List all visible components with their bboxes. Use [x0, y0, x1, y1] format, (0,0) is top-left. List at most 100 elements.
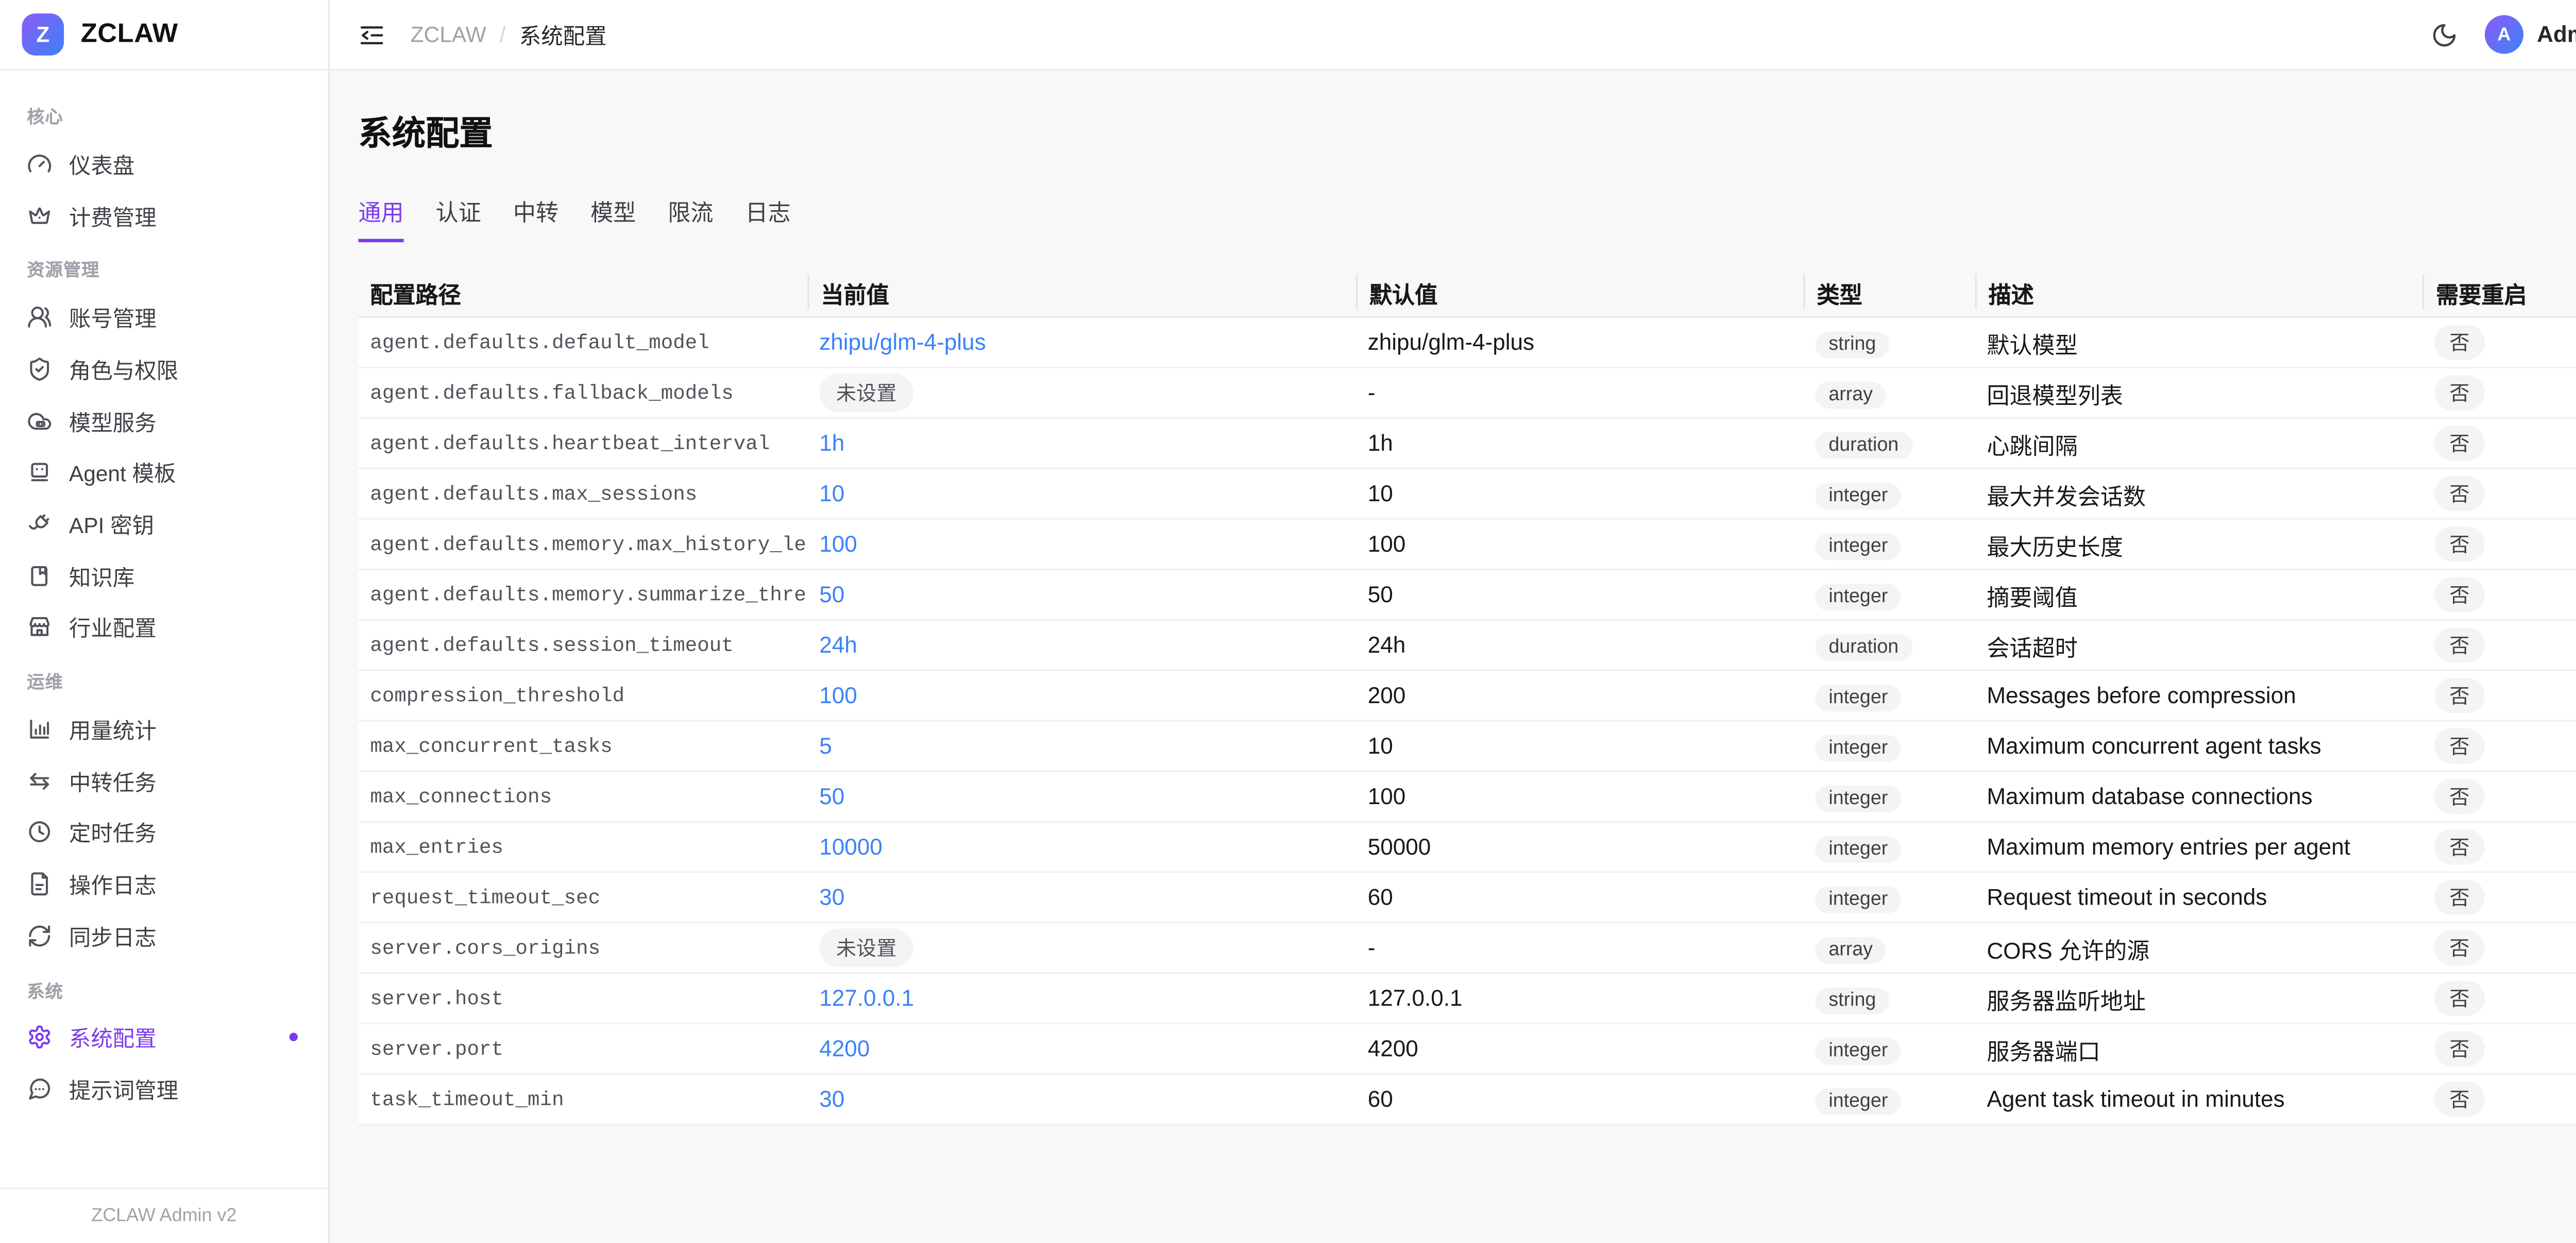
sidebar-item-中转任务[interactable]: 中转任务	[20, 755, 308, 807]
current-value-link[interactable]: 5	[819, 733, 832, 758]
current-value-link[interactable]: 4200	[819, 1035, 870, 1061]
breadcrumb-root[interactable]: ZCLAW	[411, 22, 486, 47]
sidebar-item-提示词管理[interactable]: 提示词管理	[20, 1064, 308, 1115]
avatar: A	[2485, 15, 2523, 54]
sidebar-item-计费管理[interactable]: 计费管理	[20, 190, 308, 241]
current-value-link[interactable]: 50	[819, 783, 844, 808]
sidebar-collapse-icon[interactable]	[359, 21, 385, 48]
sidebar-item-label: 仪表盘	[69, 148, 134, 180]
config-path: agent.defaults.max_sessions	[359, 482, 808, 506]
sidebar-item-label: 系统配置	[69, 1022, 157, 1054]
current-value-link[interactable]: 127.0.0.1	[819, 985, 914, 1010]
config-table-row: agent.defaults.max_sessions 10 10 intege…	[359, 469, 2576, 520]
sidebar-section-label: 核心	[27, 104, 301, 129]
sidebar-item-行业配置[interactable]: 行业配置	[20, 601, 308, 653]
config-table-header: 配置路径 当前值 默认值 类型 描述 需要重启	[359, 267, 2576, 316]
config-path: compression_threshold	[359, 684, 808, 707]
sidebar-item-label: 操作日志	[69, 868, 157, 900]
book-marked-icon	[27, 563, 52, 588]
default-value: 24h	[1356, 633, 1804, 658]
restart-badge: 否	[2434, 425, 2485, 461]
current-value-link[interactable]: 100	[819, 682, 857, 707]
config-description: Maximum concurrent agent tasks	[1975, 734, 2422, 759]
default-value: 10	[1356, 481, 1804, 506]
tab-ratelimit[interactable]: 限流	[668, 194, 713, 243]
current-value-link[interactable]: 50	[819, 581, 844, 606]
sidebar-item-label: 中转任务	[69, 765, 157, 797]
sidebar-item-API 密钥[interactable]: API 密钥	[20, 498, 308, 550]
current-value-link[interactable]: 100	[819, 531, 857, 556]
gear-icon	[27, 1025, 52, 1050]
current-value-link[interactable]: 24h	[819, 632, 857, 657]
sidebar-item-系统配置[interactable]: 系统配置	[20, 1012, 308, 1063]
current-value-link[interactable]: 10	[819, 480, 844, 505]
default-value: -	[1356, 380, 1804, 405]
config-path: max_entries	[359, 835, 808, 859]
config-path: server.cors_origins	[359, 936, 808, 960]
tab-general[interactable]: 通用	[359, 194, 404, 243]
tab-model[interactable]: 模型	[590, 194, 636, 243]
store-icon	[27, 615, 52, 640]
config-path: agent.defaults.fallback_models	[359, 381, 808, 405]
sidebar-section-items: 仪表盘 计费管理	[20, 138, 308, 241]
sidebar-item-角色与权限[interactable]: 角色与权限	[20, 343, 308, 395]
config-table-row: server.host 127.0.0.1 127.0.0.1 string 服…	[359, 974, 2576, 1025]
sidebar-item-账号管理[interactable]: 账号管理	[20, 292, 308, 343]
sidebar-item-label: 角色与权限	[69, 353, 178, 385]
sidebar-item-知识库[interactable]: 知识库	[20, 550, 308, 601]
sidebar-item-label: 用量统计	[69, 713, 157, 745]
sidebar-item-用量统计[interactable]: 用量统计	[20, 704, 308, 755]
config-description: 服务器端口	[1975, 1032, 2422, 1065]
sidebar-section: 系统 系统配置 提示词管理	[20, 978, 308, 1115]
brand-logo[interactable]: Z ZCLAW	[0, 0, 328, 71]
type-badge: string	[1815, 986, 1889, 1013]
sidebar-item-label: 同步日志	[69, 920, 157, 951]
config-description: Messages before compression	[1975, 683, 2422, 708]
current-value-cell: 10	[807, 479, 1355, 509]
sidebar-item-Agent 模板[interactable]: Agent 模板	[20, 447, 308, 498]
config-path: request_timeout_sec	[359, 886, 808, 909]
config-description: 心跳间隔	[1975, 427, 2422, 460]
brand-name: ZCLAW	[81, 20, 178, 50]
config-table-row: max_connections 50 100 integer Maximum d…	[359, 772, 2576, 823]
current-value-link[interactable]: 30	[819, 884, 844, 909]
config-path: server.host	[359, 986, 808, 1010]
default-value: -	[1356, 935, 1804, 961]
default-value: 127.0.0.1	[1356, 985, 1804, 1011]
page-content: 系统配置 通用 认证 中转 模型 限流 日志 配置路径 当前值 默认值 类型 描…	[330, 71, 2576, 1125]
column-header-default: 默认值	[1356, 274, 1804, 310]
sidebar-item-模型服务[interactable]: 模型服务	[20, 395, 308, 447]
tab-logs[interactable]: 日志	[745, 194, 791, 243]
column-header-restart: 需要重启	[2422, 274, 2576, 310]
config-table-row: agent.defaults.session_timeout 24h 24h d…	[359, 621, 2576, 671]
sidebar-item-label: 行业配置	[69, 611, 157, 643]
current-value-link[interactable]: 1h	[819, 430, 844, 455]
config-table-row: request_timeout_sec 30 60 integer Reques…	[359, 873, 2576, 924]
current-value-cell: 24h	[807, 630, 1355, 660]
restart-badge: 否	[2434, 779, 2485, 814]
config-table-row: agent.defaults.default_model zhipu/glm-4…	[359, 318, 2576, 368]
current-value-link[interactable]: 10000	[819, 833, 883, 859]
dark-mode-toggle-moon-icon[interactable]	[2431, 21, 2458, 48]
sidebar: Z ZCLAW 核心 仪表盘 计费管理 资源管理 账号管理 角色与权限 模型服务	[0, 0, 330, 1243]
default-value: 1h	[1356, 431, 1804, 456]
sidebar-item-仪表盘[interactable]: 仪表盘	[20, 138, 308, 190]
config-table-body: agent.defaults.default_model zhipu/glm-4…	[359, 316, 2576, 1126]
restart-badge: 否	[2434, 476, 2485, 512]
sidebar-item-同步日志[interactable]: 同步日志	[20, 910, 308, 961]
current-value-link[interactable]: 30	[819, 1086, 844, 1111]
column-header-current: 当前值	[807, 274, 1355, 310]
tab-auth[interactable]: 认证	[436, 194, 481, 243]
refresh-icon	[27, 923, 52, 948]
sidebar-item-label: API 密钥	[69, 508, 154, 540]
sidebar-item-定时任务[interactable]: 定时任务	[20, 807, 308, 858]
config-table-row: max_concurrent_tasks 5 10 integer Maximu…	[359, 722, 2576, 772]
sidebar-item-操作日志[interactable]: 操作日志	[20, 858, 308, 910]
config-description: 默认模型	[1975, 326, 2422, 359]
current-value-link[interactable]: zhipu/glm-4-plus	[819, 329, 986, 354]
tab-relay[interactable]: 中转	[513, 194, 558, 243]
app-screen: Z ZCLAW 核心 仪表盘 计费管理 资源管理 账号管理 角色与权限 模型服务	[0, 0, 2576, 1243]
config-path: agent.defaults.memory.max_history_length	[359, 532, 808, 556]
user-menu[interactable]: A Admin	[2485, 15, 2576, 54]
restart-badge: 否	[2434, 627, 2485, 663]
